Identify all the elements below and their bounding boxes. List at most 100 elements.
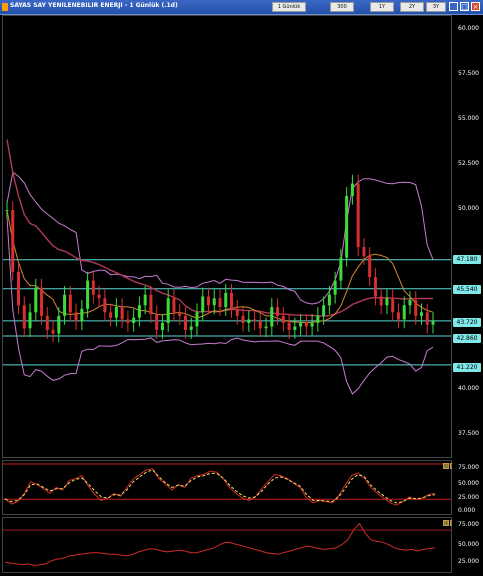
- candle-body: [68, 294, 72, 313]
- oscillator-1-chart: [3, 463, 451, 506]
- candle-body: [362, 247, 366, 256]
- candle-body: [385, 298, 389, 306]
- candle-body: [74, 312, 78, 322]
- range-2y-button[interactable]: 2Y: [400, 2, 424, 12]
- candle-body: [333, 280, 337, 295]
- candle-body: [201, 296, 205, 313]
- candle-body: [218, 298, 222, 308]
- osc1-tick: 25.000: [458, 494, 479, 501]
- level-tag: 42.860: [453, 334, 481, 343]
- candle-body: [109, 312, 113, 318]
- candle-body: [160, 322, 164, 330]
- candle-body: [396, 312, 400, 320]
- candle-body: [57, 315, 61, 334]
- oscillator-2-chart: [3, 522, 451, 567]
- candle-body: [408, 300, 412, 306]
- candle-body: [172, 298, 176, 313]
- candle-body: [120, 307, 124, 320]
- candle-body: [22, 305, 26, 329]
- candle-body: [34, 287, 38, 313]
- level-tag: 43.720: [453, 318, 481, 327]
- range-1y-button[interactable]: 1Y: [370, 2, 394, 12]
- candle-body: [224, 292, 228, 308]
- candle-body: [149, 294, 153, 315]
- price-tick: 55.000: [458, 115, 479, 122]
- osc1-tick: 50.000: [458, 480, 479, 487]
- candle-body: [195, 312, 199, 327]
- candle-body: [45, 315, 49, 330]
- candle-body: [270, 307, 274, 327]
- candle-body: [247, 319, 251, 323]
- candle-body: [322, 305, 326, 316]
- candle-body: [316, 315, 320, 323]
- range-3y-button[interactable]: 3Y: [426, 2, 446, 12]
- interval-select[interactable]: 1 Günlük: [272, 2, 306, 12]
- candle-body: [264, 326, 268, 329]
- candle-body: [327, 294, 331, 306]
- osc1-tick: 0.000: [458, 507, 476, 514]
- candle-body: [40, 287, 44, 316]
- candle-body: [143, 294, 147, 306]
- candle-body: [80, 308, 84, 322]
- osc1-tick: 75.000: [458, 464, 479, 471]
- candle-body: [155, 314, 159, 330]
- candle-body: [28, 312, 32, 329]
- candle-body: [212, 298, 216, 306]
- candle-body: [356, 183, 360, 248]
- minimize-icon[interactable]: _: [449, 2, 458, 11]
- candle-body: [350, 183, 354, 196]
- candle-body: [230, 292, 234, 309]
- pane-1-settings-icon[interactable]: [443, 463, 449, 469]
- level-tag: 45.540: [453, 285, 481, 294]
- candle-body: [304, 322, 308, 327]
- maximize-icon[interactable]: □: [460, 2, 469, 11]
- osc2-tick: 25.000: [458, 558, 479, 565]
- candle-body: [178, 312, 182, 316]
- close-icon[interactable]: ×: [471, 2, 480, 11]
- price-tick: 50.000: [458, 205, 479, 212]
- candle-body: [126, 319, 130, 323]
- candle-body: [276, 307, 280, 316]
- price-tick: 60.000: [458, 25, 479, 32]
- candle-body: [91, 280, 95, 295]
- candle-body: [258, 321, 262, 329]
- candle-body: [132, 317, 136, 323]
- price-tick: 40.000: [458, 385, 479, 392]
- candle-body: [51, 329, 55, 334]
- candle-body: [103, 298, 107, 313]
- price-tick: 57.500: [458, 70, 479, 77]
- candle-body: [97, 294, 101, 299]
- candle-body: [241, 315, 245, 323]
- level-tag: 41.220: [453, 363, 481, 372]
- level-tag: 47.180: [453, 255, 481, 264]
- candle-body: [345, 195, 349, 258]
- candle-body: [339, 257, 343, 281]
- candle-body: [137, 305, 141, 318]
- range-300-button[interactable]: 300: [330, 2, 354, 12]
- candle-body: [373, 277, 377, 297]
- osc2-tick: 75.000: [458, 521, 479, 528]
- window-title: SAYAS SAY YENILENEBILIR ENERJI - 1 Günlü…: [10, 2, 178, 9]
- oscillator-1-pane: [2, 460, 456, 515]
- candle-body: [379, 296, 383, 306]
- candle-body: [206, 296, 210, 306]
- candle-body: [299, 322, 303, 327]
- upper-band-line: [6, 171, 434, 305]
- candle-body: [166, 298, 170, 323]
- candle-body: [368, 255, 372, 278]
- candle-body: [5, 210, 9, 212]
- candle-body: [419, 312, 423, 316]
- oscillator-2-pane: [2, 517, 456, 573]
- pane-2-settings-icon[interactable]: [443, 520, 449, 526]
- osc2-tick: 50.000: [458, 541, 479, 548]
- candle-body: [253, 319, 257, 322]
- price-chart: [3, 139, 451, 395]
- candle-body: [17, 271, 21, 306]
- app-logo-icon: [2, 3, 8, 11]
- candle-body: [183, 315, 187, 330]
- price-chart-pane: [2, 15, 452, 458]
- candle-body: [293, 326, 297, 330]
- candle-body: [287, 322, 291, 330]
- price-tick: 37.500: [458, 430, 479, 437]
- candle-body: [425, 312, 429, 325]
